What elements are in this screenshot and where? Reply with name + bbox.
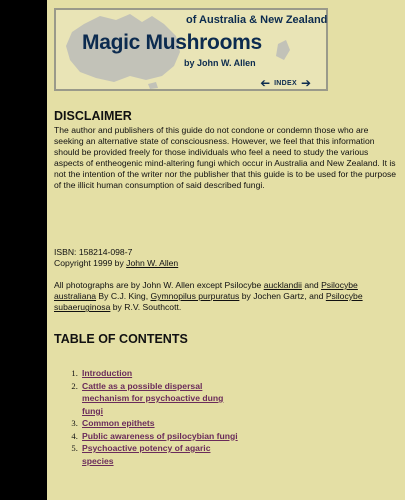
banner-subtitle: of Australia & New Zealand: [186, 14, 328, 26]
toc-link-potency[interactable]: Psychoactive potency of agaric species: [82, 443, 210, 466]
toc-item: Introduction: [80, 367, 240, 380]
toc-link-public-awareness[interactable]: Public awareness of psilocybian fungi: [82, 431, 238, 441]
toc-item: Cattle as a possible dispersal mechanism…: [80, 380, 240, 418]
toc-heading: TABLE OF CONTENTS: [54, 332, 188, 346]
credit-text: by Jochen Gartz, and: [239, 291, 326, 302]
banner-author: by John W. Allen: [184, 58, 256, 68]
toc-list: Introduction Cattle as a possible disper…: [54, 367, 240, 467]
disclaimer-section: DISCLAIMER The author and publishers of …: [54, 108, 397, 192]
index-link[interactable]: INDEX: [274, 80, 297, 87]
credit-text: By C.J. King,: [96, 291, 151, 302]
left-arrow-icon[interactable]: ➔: [260, 76, 270, 90]
index-nav: ➔ INDEX ➔: [260, 76, 311, 90]
right-arrow-icon[interactable]: ➔: [301, 77, 311, 89]
toc-link-introduction[interactable]: Introduction: [82, 368, 132, 378]
publication-info: ISBN: 158214-098-7 Copyright 1999 by Joh…: [54, 247, 397, 269]
toc-link-common-epithets[interactable]: Common epithets: [82, 418, 155, 428]
credit-text: All photographs are by John W. Allen exc…: [54, 280, 264, 290]
banner-title: Magic Mushrooms: [82, 31, 262, 54]
copyright-text: Copyright 1999 by: [54, 258, 127, 269]
credit-text: and: [301, 280, 322, 290]
toc-item: Public awareness of psilocybian fungi: [80, 430, 240, 443]
credit-link-aucklandii[interactable]: aucklandii: [264, 280, 302, 290]
credit-text: by R.V. Southcott.: [110, 302, 182, 313]
disclaimer-text: The author and publishers of this guide …: [54, 125, 397, 191]
toc-link-cattle[interactable]: Cattle as a possible dispersal mechanism…: [82, 381, 223, 416]
toc-item: Psychoactive potency of agaric species: [80, 442, 240, 467]
author-link[interactable]: John W. Allen: [126, 258, 178, 268]
isbn-text: ISBN: 158214-098-7: [54, 247, 133, 257]
header-banner: of Australia & New Zealand Magic Mushroo…: [54, 8, 328, 91]
disclaimer-heading: DISCLAIMER: [54, 109, 132, 123]
photo-credits: All photographs are by John W. Allen exc…: [54, 280, 397, 313]
left-sidebar: [0, 0, 47, 500]
copyright-line: Copyright 1999 by John W. Allen: [54, 258, 397, 269]
credit-link-gymnopilus[interactable]: Gymnopilus purpuratus: [151, 291, 240, 301]
toc-item: Common epithets: [80, 417, 240, 430]
photo-credits-text: All photographs are by John W. Allen exc…: [54, 280, 397, 313]
